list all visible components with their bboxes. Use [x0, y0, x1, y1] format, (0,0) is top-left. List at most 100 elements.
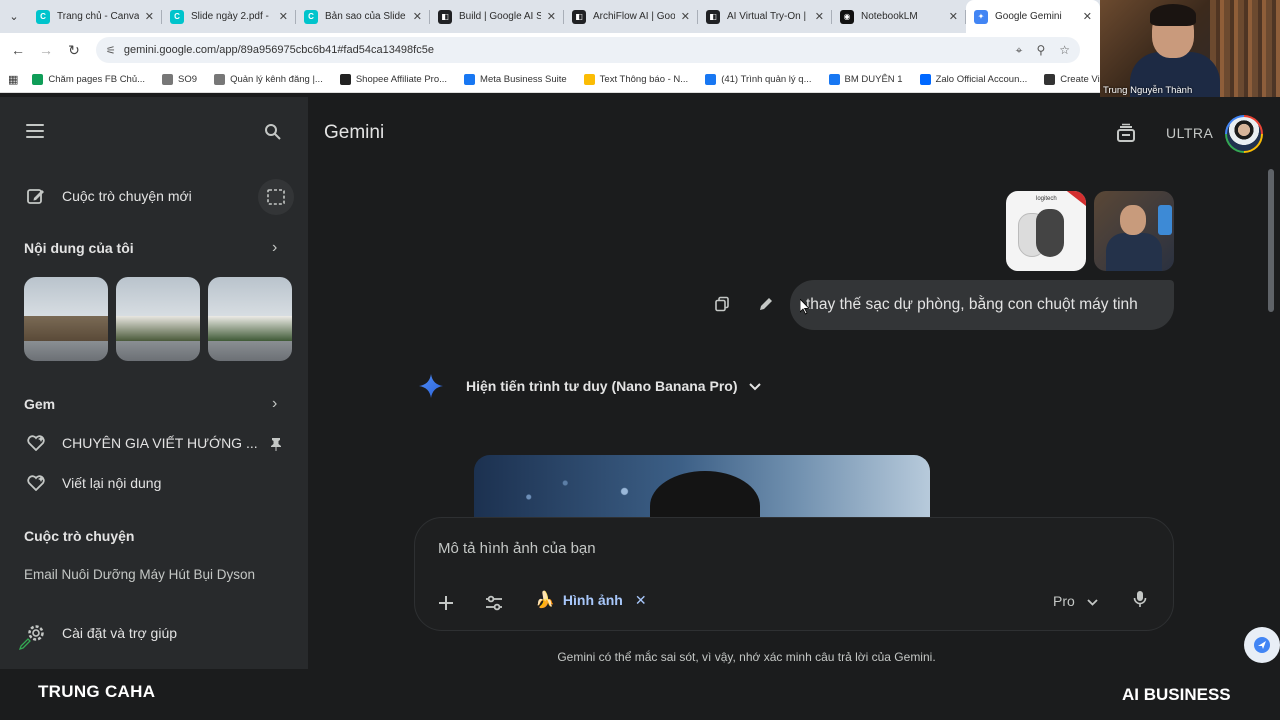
bookmark-label: (41) Trình quản lý q...: [721, 74, 812, 85]
bookmark-item[interactable]: Shopee Affiliate Pro...: [339, 74, 447, 85]
menu-icon[interactable]: [26, 124, 44, 142]
bookmark-favicon-icon: [464, 74, 476, 85]
tab-close-icon[interactable]: ✕: [1083, 10, 1092, 23]
browser-tab[interactable]: ◧ Build | Google AI S ✕: [430, 0, 564, 33]
my-content-heading[interactable]: Nội dung của tôi: [24, 240, 134, 256]
apps-grid-icon[interactable]: ▦: [8, 73, 18, 86]
bookmark-item[interactable]: BM DUYÊN 1: [828, 74, 903, 85]
add-icon[interactable]: [435, 592, 457, 614]
forward-icon[interactable]: →: [32, 42, 60, 58]
image-tool-label: Hình ảnh: [562, 592, 623, 608]
tab-close-icon[interactable]: ✕: [949, 10, 958, 23]
gem-item[interactable]: Viết lại nội dung: [24, 475, 161, 491]
bookmark-favicon-icon: [214, 74, 226, 85]
new-chat-button[interactable]: Cuộc trò chuyện mới: [24, 186, 192, 206]
chevron-right-icon[interactable]: ›: [272, 395, 277, 413]
browser-tab[interactable]: ◧ ArchiFlow AI | Goo ✕: [564, 0, 698, 33]
content-thumbnail[interactable]: [116, 277, 200, 361]
tab-favicon-icon: C: [170, 9, 184, 24]
browser-tab[interactable]: ◉ NotebookLM ✕: [832, 0, 966, 33]
browser-tab[interactable]: ◧ AI Virtual Try-On | ✕: [698, 0, 832, 33]
star-icon[interactable]: ☆: [1059, 43, 1070, 58]
browser-tab[interactable]: C Trang chủ - Canva ✕: [28, 0, 162, 33]
browser-tab[interactable]: ✦ Google Gemini ✕: [966, 0, 1100, 33]
bookmark-item[interactable]: Chăm pages FB Chủ...: [32, 74, 145, 85]
tab-close-icon[interactable]: ✕: [547, 10, 556, 23]
settings-help-button[interactable]: Cài đặt và trợ giúp: [24, 623, 177, 643]
bookmark-item[interactable]: SO9: [162, 74, 197, 85]
prompt-input[interactable]: Mô tả hình ảnh của bạn: [438, 540, 596, 557]
edit-pencil-icon[interactable]: [756, 294, 776, 314]
tab-favicon-icon: ◉: [840, 9, 854, 24]
bookmark-favicon-icon: [32, 74, 44, 85]
bookmark-favicon-icon: [705, 74, 717, 85]
tab-close-icon[interactable]: ✕: [413, 10, 422, 23]
back-icon[interactable]: ←: [4, 42, 32, 58]
gem-heart-icon: [24, 475, 48, 491]
tab-favicon-icon: C: [36, 9, 50, 24]
recent-chat-item[interactable]: Email Nuôi Dưỡng Máy Hút Bụi Dyson: [24, 567, 255, 582]
chats-heading: Cuộc trò chuyện: [24, 528, 135, 544]
bookmarks-bar: ▦ Chăm pages FB Chủ... SO9 Quản lý kênh đă…: [0, 67, 1110, 93]
tab-close-icon[interactable]: ✕: [815, 10, 824, 23]
gem-heading[interactable]: Gem: [24, 396, 55, 412]
thumb-sky: [116, 277, 200, 316]
bookmark-item[interactable]: Text Thông báo - N...: [583, 74, 689, 85]
thumb-sky: [208, 277, 292, 316]
tab-close-icon[interactable]: ✕: [279, 10, 288, 23]
user-message-text: thay thế sạc dự phòng, bằng con chuột má…: [806, 296, 1138, 313]
search-icon[interactable]: [264, 123, 284, 143]
bookmark-item[interactable]: Meta Business Suite: [464, 74, 567, 85]
bookmark-item[interactable]: (41) Trình quản lý q...: [705, 74, 812, 85]
tab-close-icon[interactable]: ✕: [681, 10, 690, 23]
chevron-right-icon[interactable]: ›: [272, 239, 277, 257]
show-thinking-toggle[interactable]: Hiện tiến trình tư duy (Nano Banana Pro): [418, 373, 762, 399]
avatar[interactable]: [1225, 115, 1263, 153]
image-tool-chip[interactable]: 🍌 Hình ảnh ✕: [535, 590, 647, 610]
microphone-icon[interactable]: [1133, 590, 1147, 613]
chat-history-icon[interactable]: [1116, 123, 1136, 148]
content-thumbnail[interactable]: [24, 277, 108, 361]
copy-icon[interactable]: [712, 294, 732, 314]
bookmark-favicon-icon: [1044, 74, 1056, 85]
url-field[interactable]: ⚟ gemini.google.com/app/89a956975cbc6b41…: [96, 37, 1080, 63]
browser-tab[interactable]: C Bản sao của Slide ✕: [296, 0, 430, 33]
model-selector[interactable]: Pro: [1053, 593, 1098, 609]
webcam-overlay: Trung Nguyễn Thành: [1100, 0, 1280, 97]
generated-image[interactable]: [474, 455, 930, 525]
app-title[interactable]: Gemini: [324, 122, 384, 144]
plan-badge[interactable]: ULTRA: [1166, 125, 1213, 141]
content-thumbnail[interactable]: [208, 277, 292, 361]
tab-title: Google Gemini: [995, 11, 1062, 22]
scrollbar[interactable]: [1268, 169, 1274, 312]
attachment-person-image[interactable]: [1094, 191, 1174, 271]
mouse-black: [1036, 209, 1064, 257]
tab-close-icon[interactable]: ✕: [145, 10, 154, 23]
settings-label: Cài đặt và trợ giúp: [62, 625, 178, 641]
tools-icon[interactable]: [483, 592, 505, 614]
user-message: thay thế sạc dự phòng, bằng con chuột má…: [790, 280, 1174, 330]
edit-square-icon: [24, 186, 48, 206]
thumb-building: [208, 315, 292, 341]
gem-item[interactable]: CHUYÊN GIA VIẾT HƯỚNG ...: [24, 435, 258, 451]
reload-icon[interactable]: ↻: [60, 42, 88, 59]
site-info-icon[interactable]: ⚟: [106, 44, 116, 57]
gem-heart-icon: [24, 435, 48, 451]
bookmark-item[interactable]: Quản lý kênh đăng |...: [214, 74, 323, 85]
tab-title: AI Virtual Try-On |: [727, 11, 807, 22]
bookmark-label: Text Thông báo - N...: [599, 74, 689, 85]
close-icon[interactable]: ✕: [635, 592, 647, 609]
tab-search-chevron-icon[interactable]: ⌄: [0, 0, 28, 33]
pin-icon[interactable]: [270, 437, 282, 454]
browser-tab[interactable]: C Slide ngày 2.pdf - ✕: [162, 0, 296, 33]
bookmark-item[interactable]: Zalo Official Accoun...: [919, 74, 1028, 85]
floating-assistant-button[interactable]: [1244, 627, 1280, 663]
bookmark-label: Zalo Official Accoun...: [935, 74, 1028, 85]
attachment-mouse-image[interactable]: logitech: [1006, 191, 1086, 271]
location-icon[interactable]: ⌖: [1016, 43, 1023, 58]
thumb-ground: [24, 340, 108, 361]
presenter-name: Trung Nguyễn Thành: [1103, 85, 1193, 96]
prompt-composer[interactable]: Mô tả hình ảnh của bạn 🍌 Hình ảnh ✕ Pro: [414, 517, 1174, 631]
temporary-chat-button[interactable]: [258, 179, 294, 215]
zoom-icon[interactable]: ⚲: [1036, 43, 1045, 58]
